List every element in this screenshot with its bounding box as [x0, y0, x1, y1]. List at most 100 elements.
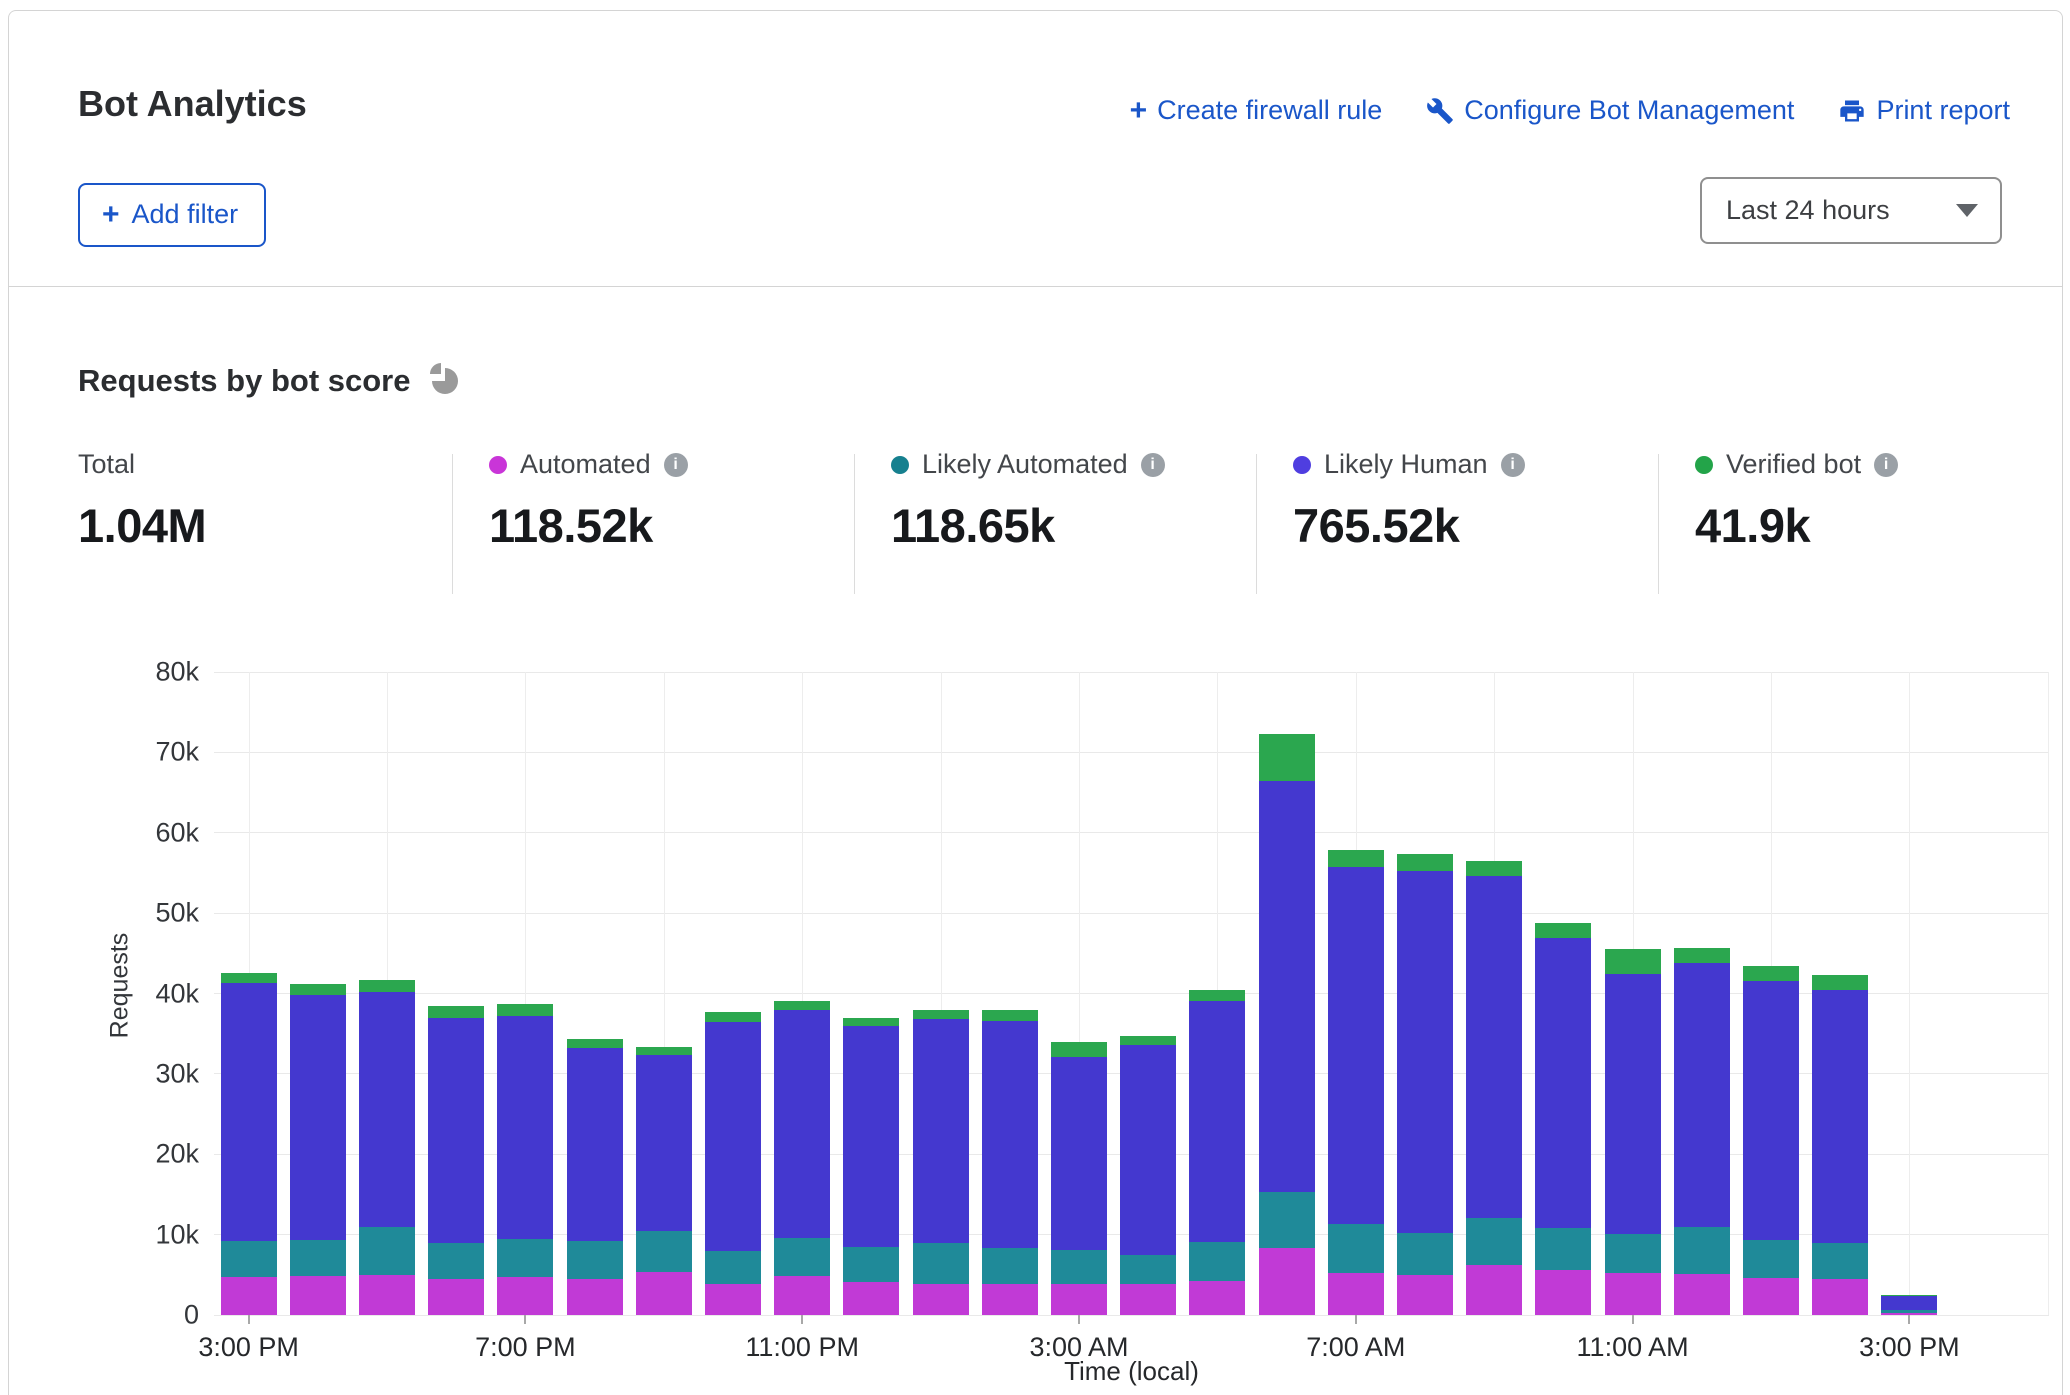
likely-automated-legend-dot	[891, 456, 909, 474]
segment-automated	[428, 1279, 484, 1315]
segment-verified-bot	[1535, 923, 1591, 938]
bar-300am[interactable]	[1051, 1042, 1107, 1315]
segment-likely-automated	[290, 1240, 346, 1276]
bar-800am[interactable]	[1397, 854, 1453, 1315]
segment-likely-human	[290, 995, 346, 1240]
segment-automated	[636, 1272, 692, 1315]
segment-likely-human	[1189, 1001, 1245, 1242]
automated-legend-dot	[489, 456, 507, 474]
bar-1100am[interactable]	[1605, 949, 1661, 1315]
printer-icon	[1838, 97, 1866, 125]
segment-automated	[774, 1276, 830, 1315]
segment-automated	[221, 1277, 277, 1315]
requests-by-bot-score-chart: 010k20k30k40k50k60k70k80k3:00 PM7:00 PM1…	[214, 672, 2049, 1315]
bar-700pm[interactable]	[497, 1004, 553, 1315]
gridline	[214, 913, 2049, 914]
segment-automated	[567, 1279, 623, 1315]
stat-verified-bot-value: 41.9k	[1695, 498, 1898, 553]
segment-verified-bot	[1605, 949, 1661, 974]
stat-divider	[854, 454, 855, 594]
stat-automated-label: Automated	[520, 449, 651, 480]
bar-100pm[interactable]	[1743, 966, 1799, 1315]
segment-likely-human	[843, 1026, 899, 1246]
stat-divider	[1256, 454, 1257, 594]
configure-bot-management-link[interactable]: Configure Bot Management	[1426, 95, 1794, 126]
info-icon[interactable]: i	[1141, 453, 1165, 477]
y-tick-label: 60k	[59, 817, 199, 848]
bar-300pm[interactable]	[221, 973, 277, 1315]
bar-900pm[interactable]	[636, 1047, 692, 1315]
bar-1100pm[interactable]	[774, 1001, 830, 1315]
bar-500pm[interactable]	[359, 980, 415, 1315]
x-tick-mark	[248, 1315, 250, 1324]
segment-verified-bot	[221, 973, 277, 983]
segment-likely-automated	[1051, 1250, 1107, 1285]
segment-automated	[1674, 1274, 1730, 1315]
segment-likely-automated	[1397, 1233, 1453, 1275]
bar-200am[interactable]	[982, 1010, 1038, 1315]
print-report-label: Print report	[1876, 95, 2010, 126]
bar-600pm[interactable]	[428, 1006, 484, 1315]
y-tick-label: 30k	[59, 1058, 199, 1089]
stat-total: Total 1.04M	[78, 449, 206, 553]
segment-likely-automated	[1259, 1192, 1315, 1248]
print-report-link[interactable]: Print report	[1838, 95, 2010, 126]
bar-800pm[interactable]	[567, 1039, 623, 1315]
bar-400am[interactable]	[1120, 1036, 1176, 1315]
segment-automated	[1466, 1265, 1522, 1315]
stat-automated: Automated i 118.52k	[489, 449, 688, 553]
segment-likely-automated	[1743, 1240, 1799, 1278]
info-icon[interactable]: i	[664, 453, 688, 477]
add-filter-button[interactable]: + Add filter	[78, 183, 266, 247]
segment-likely-automated	[567, 1241, 623, 1279]
segment-automated	[1051, 1284, 1107, 1315]
segment-likely-automated	[497, 1239, 553, 1277]
segment-likely-human	[705, 1022, 761, 1251]
segment-likely-human	[1605, 974, 1661, 1234]
segment-verified-bot	[1674, 948, 1730, 963]
segment-verified-bot	[1812, 975, 1868, 990]
stat-total-value: 1.04M	[78, 498, 206, 553]
x-tick-mark	[1355, 1315, 1357, 1324]
segment-likely-automated	[1189, 1242, 1245, 1281]
bar-200pm[interactable]	[1812, 975, 1868, 1315]
segment-likely-human	[1812, 990, 1868, 1243]
segment-likely-automated	[1812, 1243, 1868, 1278]
time-range-select[interactable]: Last 24 hours	[1700, 177, 2002, 244]
segment-likely-human	[1743, 981, 1799, 1241]
stat-likely-human-label: Likely Human	[1324, 449, 1488, 480]
bar-1000am[interactable]	[1535, 923, 1591, 1315]
bar-600am[interactable]	[1259, 734, 1315, 1315]
segment-likely-automated	[1605, 1234, 1661, 1273]
x-tick-mark	[1078, 1315, 1080, 1324]
bar-300pm[interactable]	[1881, 1295, 1937, 1315]
segment-automated	[290, 1276, 346, 1315]
bar-700am[interactable]	[1328, 850, 1384, 1315]
bar-1200am[interactable]	[843, 1018, 899, 1315]
y-tick-label: 0	[59, 1300, 199, 1331]
segment-verified-bot	[1397, 854, 1453, 870]
segment-verified-bot	[913, 1010, 969, 1019]
segment-automated	[1120, 1284, 1176, 1315]
stat-likely-automated-value: 118.65k	[891, 498, 1165, 553]
bar-1200pm[interactable]	[1674, 948, 1730, 1315]
info-icon[interactable]: i	[1501, 453, 1525, 477]
segment-likely-human	[497, 1016, 553, 1239]
bar-900am[interactable]	[1466, 861, 1522, 1315]
segment-automated	[982, 1284, 1038, 1315]
segment-likely-human	[913, 1019, 969, 1242]
bar-500am[interactable]	[1189, 990, 1245, 1316]
info-icon[interactable]: i	[1874, 453, 1898, 477]
segment-likely-automated	[1535, 1228, 1591, 1270]
bar-1000pm[interactable]	[705, 1012, 761, 1315]
bar-100am[interactable]	[913, 1010, 969, 1315]
segment-verified-bot	[1051, 1042, 1107, 1057]
bar-400pm[interactable]	[290, 984, 346, 1315]
segment-automated	[1605, 1273, 1661, 1315]
create-firewall-rule-link[interactable]: + Create firewall rule	[1130, 95, 1383, 126]
stat-verified-bot-label: Verified bot	[1726, 449, 1861, 480]
segment-automated	[1743, 1278, 1799, 1315]
x-tick-mark	[1632, 1315, 1634, 1324]
segment-verified-bot	[567, 1039, 623, 1048]
segment-likely-automated	[705, 1251, 761, 1284]
